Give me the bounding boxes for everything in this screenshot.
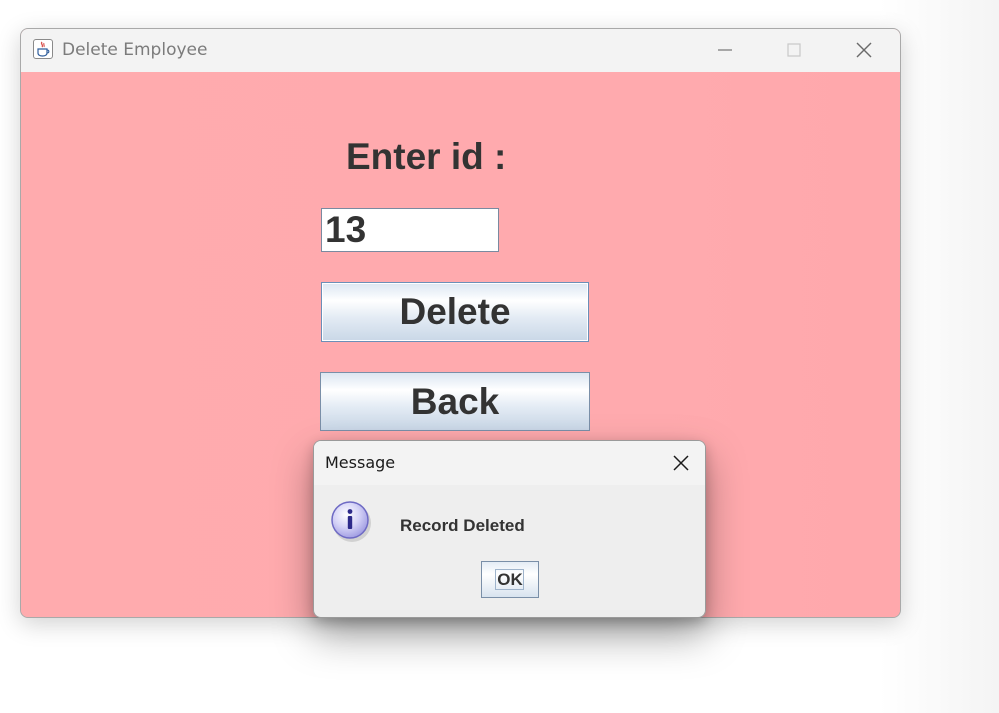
java-app-icon xyxy=(33,39,53,59)
minimize-icon xyxy=(718,49,732,51)
info-icon xyxy=(330,499,374,543)
dialog-close-button[interactable] xyxy=(666,451,696,475)
window-title: Delete Employee xyxy=(62,40,208,60)
maximize-button[interactable] xyxy=(764,29,824,72)
minimize-button[interactable] xyxy=(695,29,755,72)
dialog-titlebar[interactable]: Message xyxy=(314,441,705,485)
back-button[interactable]: Back xyxy=(320,372,590,431)
dialog-title: Message xyxy=(325,453,396,472)
id-input[interactable] xyxy=(321,208,499,252)
dialog-message: Record Deleted xyxy=(400,516,525,535)
maximize-icon xyxy=(787,43,801,57)
close-button[interactable] xyxy=(834,29,894,72)
ok-label: OK xyxy=(497,570,523,589)
delete-button[interactable]: Delete xyxy=(321,282,589,342)
enter-id-label: Enter id : xyxy=(346,136,507,177)
ok-button[interactable]: OK xyxy=(481,561,539,598)
window-titlebar[interactable]: Delete Employee xyxy=(21,29,900,72)
close-icon xyxy=(673,455,689,471)
message-dialog: Message Record Deleted OK xyxy=(313,440,706,618)
close-icon xyxy=(856,42,872,58)
